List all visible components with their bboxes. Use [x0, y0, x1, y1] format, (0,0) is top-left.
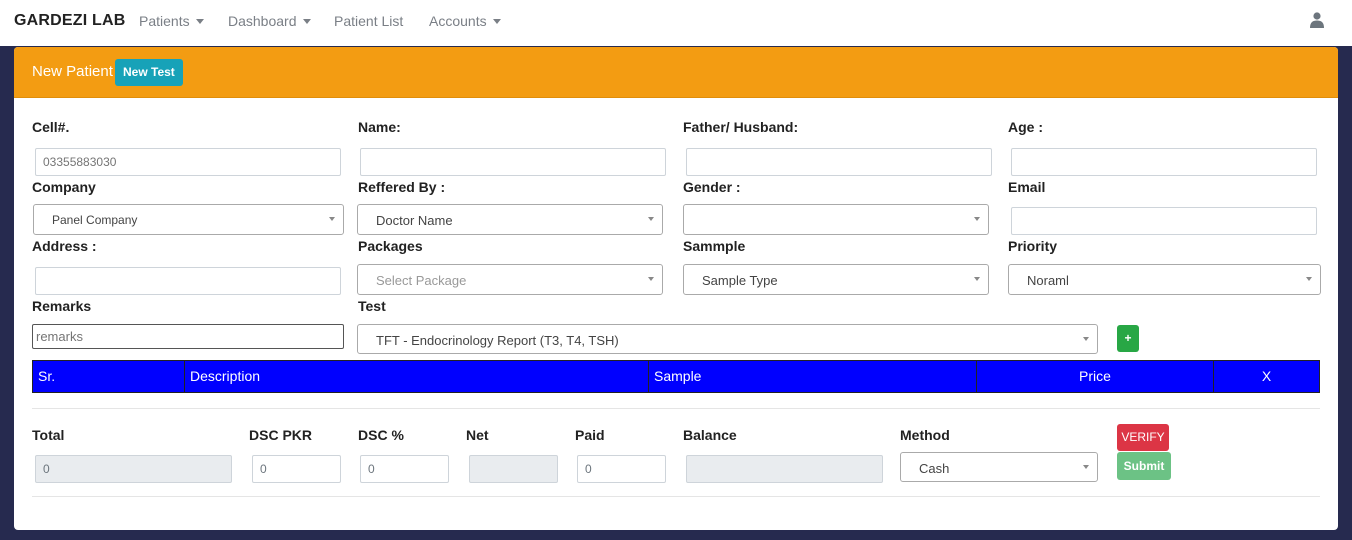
dsc-pkr-input[interactable]: 0 — [252, 455, 341, 483]
email-label: Email — [1008, 179, 1046, 195]
father-input[interactable] — [686, 148, 992, 176]
company-select-value: Panel Company — [52, 213, 138, 227]
caret-down-icon — [492, 18, 501, 24]
nav-dashboard[interactable]: Dashboard — [228, 13, 311, 29]
email-input[interactable] — [1011, 207, 1317, 235]
payment-method-value: Cash — [919, 461, 950, 476]
chevron-down-icon — [1306, 277, 1312, 281]
add-test-button[interactable]: + — [1117, 325, 1139, 352]
nav-patient-list-label: Patient List — [334, 13, 404, 29]
packages-label: Packages — [358, 238, 423, 254]
referred-by-select[interactable]: Doctor Name — [357, 204, 663, 235]
nav-accounts-label: Accounts — [429, 13, 487, 29]
total-field: 0 — [35, 455, 232, 483]
divider — [32, 408, 1320, 409]
nav-dashboard-label: Dashboard — [228, 13, 297, 29]
remarks-label: Remarks — [32, 298, 92, 314]
net-label: Net — [466, 427, 489, 443]
net-field — [469, 455, 558, 483]
sample-select-value: Sample Type — [702, 273, 778, 288]
father-label: Father/ Husband: — [683, 119, 799, 135]
cell-label: Cell#. — [32, 119, 70, 135]
sample-label: Sammple — [683, 238, 746, 254]
verify-button[interactable]: VERIFY — [1117, 424, 1169, 451]
chevron-down-icon — [329, 217, 335, 221]
new-test-button[interactable]: New Test — [115, 59, 183, 86]
address-label: Address : — [32, 238, 97, 254]
column-header-price: Price — [977, 361, 1214, 392]
age-label: Age : — [1008, 119, 1043, 135]
divider — [32, 496, 1320, 497]
submit-button[interactable]: Submit — [1117, 452, 1171, 480]
gender-label: Gender : — [683, 179, 741, 195]
balance-label: Balance — [683, 427, 737, 443]
chevron-down-icon — [1083, 337, 1089, 341]
priority-select-value: Noraml — [1027, 273, 1069, 288]
paid-label: Paid — [575, 427, 605, 443]
referred-by-label: Reffered By : — [358, 179, 446, 195]
nav-patients-label: Patients — [139, 13, 190, 29]
priority-label: Priority — [1008, 238, 1058, 254]
balance-field — [686, 455, 883, 483]
test-select-value: TFT - Endocrinology Report (T3, T4, TSH) — [376, 333, 619, 348]
column-header-sr: Sr. — [33, 361, 185, 392]
new-patient-card: New Patient New Test Cell#. Name: Father… — [14, 47, 1338, 530]
referred-by-select-value: Doctor Name — [376, 213, 453, 228]
column-header-description: Description — [185, 361, 649, 392]
chevron-down-icon — [1083, 465, 1089, 469]
chevron-down-icon — [974, 277, 980, 281]
brand-logo[interactable]: GARDEZI LAB — [14, 12, 126, 30]
dsc-percent-label: DSC % — [358, 427, 404, 443]
nav-patients[interactable]: Patients — [139, 13, 204, 29]
user-icon[interactable] — [1310, 12, 1324, 28]
test-label: Test — [358, 298, 386, 314]
test-select[interactable]: TFT - Endocrinology Report (T3, T4, TSH) — [357, 324, 1098, 354]
caret-down-icon — [195, 18, 204, 24]
chevron-down-icon — [648, 217, 654, 221]
nav-patient-list[interactable]: Patient List — [334, 13, 403, 29]
name-label: Name: — [358, 119, 401, 135]
chevron-down-icon — [648, 277, 654, 281]
method-label: Method — [900, 427, 950, 443]
nav-accounts[interactable]: Accounts — [429, 13, 501, 29]
caret-down-icon — [302, 18, 311, 24]
tests-table-header: Sr. Description Sample Price X — [32, 360, 1320, 393]
dsc-pkr-label: DSC PKR — [249, 427, 313, 443]
chevron-down-icon — [974, 217, 980, 221]
total-label: Total — [32, 427, 65, 443]
remarks-input[interactable] — [32, 324, 344, 349]
sample-select[interactable]: Sample Type — [683, 264, 989, 295]
payment-method-select[interactable]: Cash — [900, 452, 1098, 482]
column-header-remove: X — [1261, 368, 1272, 384]
card-header: New Patient New Test — [14, 47, 1338, 98]
card-title: New Patient — [32, 63, 113, 80]
company-label: Company — [32, 179, 96, 195]
paid-input[interactable]: 0 — [577, 455, 666, 483]
navbar: GARDEZI LAB Patients Dashboard Patient L… — [0, 0, 1352, 46]
packages-select[interactable]: Select Package — [357, 264, 663, 295]
address-input[interactable] — [35, 267, 341, 295]
column-header-sample: Sample — [649, 361, 977, 392]
priority-select[interactable]: Noraml — [1008, 264, 1321, 295]
name-input[interactable] — [360, 148, 666, 176]
company-select[interactable]: Panel Company — [33, 204, 344, 235]
gender-select[interactable] — [683, 204, 989, 235]
cell-input[interactable] — [35, 148, 341, 176]
age-input[interactable] — [1011, 148, 1317, 176]
dsc-percent-input[interactable]: 0 — [360, 455, 449, 483]
packages-select-placeholder: Select Package — [376, 273, 467, 288]
